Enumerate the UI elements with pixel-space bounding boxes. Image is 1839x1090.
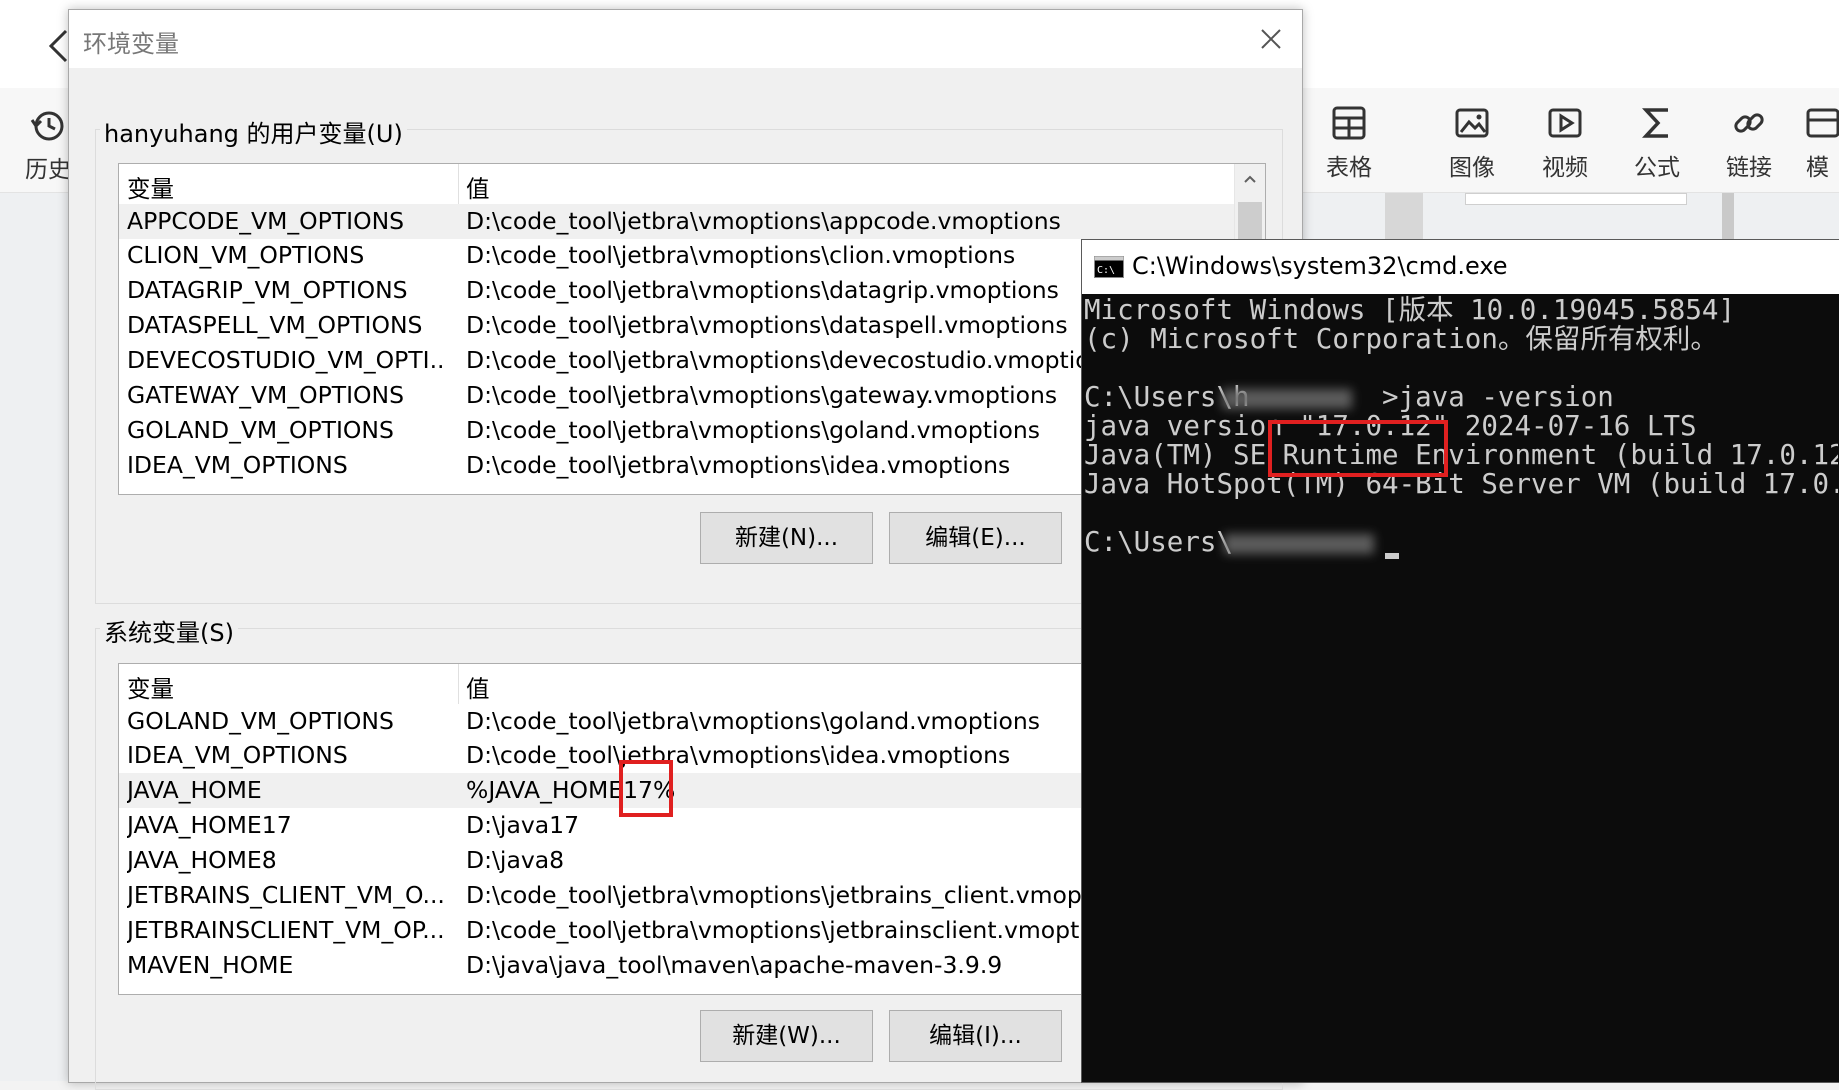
cmd-titlebar: C:\ C:\Windows\system32\cmd.exe: [1082, 240, 1839, 294]
console-line: Java HotSpot(TM) 64-Bit Server VM (build…: [1084, 468, 1838, 500]
var-name: CLION_VM_OPTIONS: [127, 241, 365, 269]
tool-link-label: 链接: [1726, 155, 1772, 181]
background-panel: [1465, 193, 1687, 205]
var-name: GATEWAY_VM_OPTIONS: [127, 381, 405, 409]
col-variable-header[interactable]: 变量: [127, 170, 174, 204]
console-output[interactable]: Microsoft Windows [版本 10.0.19045.5854] (…: [1084, 294, 1838, 1080]
column-separator[interactable]: [458, 664, 459, 704]
var-name: APPCODE_VM_OPTIONS: [127, 207, 405, 235]
var-value: D:\code_tool\jetbra\vmoptions\goland.vmo…: [466, 416, 1040, 444]
var-value: D:\code_tool\jetbra\vmoptions\idea.vmopt…: [466, 451, 1011, 479]
tool-formula-label: 公式: [1634, 155, 1680, 181]
var-name: DATASPELL_VM_OPTIONS: [127, 311, 423, 339]
system-new-button[interactable]: 新建(W)...: [700, 1010, 873, 1062]
cmd-terminal-icon: C:\: [1094, 256, 1124, 278]
var-name: IDEA_VM_OPTIONS: [127, 451, 348, 479]
tool-video-label: 视频: [1542, 155, 1588, 181]
cmd-window[interactable]: C:\ C:\Windows\system32\cmd.exe Microsof…: [1081, 239, 1839, 1083]
user-new-button[interactable]: 新建(N)...: [700, 512, 873, 564]
var-value: D:\code_tool\jetbra\vmoptions\goland.vmo…: [466, 707, 1040, 735]
var-name: GOLAND_VM_OPTIONS: [127, 707, 394, 735]
tool-table-label: 表格: [1326, 155, 1372, 181]
var-value: D:\code_tool\jetbra\vmoptions\datagrip.v…: [466, 276, 1059, 304]
tool-video[interactable]: 视频: [1525, 104, 1605, 182]
formula-icon: [1642, 108, 1668, 138]
tool-link[interactable]: 链接: [1709, 104, 1789, 182]
var-name: DATAGRIP_VM_OPTIONS: [127, 276, 408, 304]
console-line: C:\Users\: [1084, 526, 1234, 558]
var-name: DEVECOSTUDIO_VM_OPTI...: [127, 346, 447, 374]
system-vars-label: 系统变量(S): [100, 613, 238, 648]
cmd-title: C:\Windows\system32\cmd.exe: [1132, 252, 1508, 280]
tool-formula[interactable]: 公式: [1617, 104, 1697, 182]
tool-image-label: 图像: [1449, 155, 1495, 181]
table-icon: [1332, 106, 1366, 140]
system-edit-button[interactable]: 编辑(I)...: [889, 1010, 1062, 1062]
annotation-highlight-box: [1268, 420, 1448, 477]
var-name: GOLAND_VM_OPTIONS: [127, 416, 394, 444]
console-line: (c) Microsoft Corporation。保留所有权利。: [1084, 323, 1718, 355]
var-value: D:\java8: [466, 846, 565, 874]
dialog-title: 环境变量: [83, 30, 179, 58]
user-edit-button[interactable]: 编辑(E)...: [889, 512, 1062, 564]
var-value: D:\code_tool\jetbra\vmoptions\jetbrainsc…: [466, 916, 1128, 944]
var-value: D:\code_tool\jetbra\vmoptions\appcode.vm…: [466, 207, 1061, 235]
var-value: D:\code_tool\jetbra\vmoptions\jetbrains_…: [466, 881, 1140, 909]
var-value: D:\code_tool\jetbra\vmoptions\devecostud…: [466, 346, 1117, 374]
var-name: JAVA_HOME17: [127, 811, 292, 839]
var-value: D:\java17: [466, 811, 580, 839]
var-name: JAVA_HOME: [127, 776, 262, 804]
template-icon: [1806, 108, 1839, 138]
var-name: JETBRAINSCLIENT_VM_OP...: [127, 916, 445, 944]
video-icon: [1548, 108, 1582, 138]
var-name: JAVA_HOME8: [127, 846, 277, 874]
user-vars-label: hanyuhang 的用户变量(U): [100, 114, 407, 149]
tool-template[interactable]: 模: [1800, 104, 1839, 182]
var-name: JETBRAINS_CLIENT_VM_O...: [127, 881, 445, 909]
close-icon[interactable]: [1256, 24, 1286, 54]
column-separator[interactable]: [458, 164, 459, 204]
background-panel: [1722, 193, 1734, 243]
table-row[interactable]: APPCODE_VM_OPTIONS D:\code_tool\jetbra\v…: [119, 204, 1265, 239]
image-icon: [1455, 108, 1489, 138]
text-cursor: [1385, 553, 1399, 559]
var-value: D:\code_tool\jetbra\vmoptions\idea.vmopt…: [466, 741, 1011, 769]
redacted-username: [1224, 534, 1374, 554]
tool-template-label: 模: [1806, 155, 1829, 181]
link-icon: [1734, 113, 1764, 133]
var-value: D:\code_tool\jetbra\vmoptions\gateway.vm…: [466, 381, 1058, 409]
list-header: 变量 值: [119, 164, 1265, 204]
annotation-highlight-box: [619, 760, 673, 817]
var-name: MAVEN_HOME: [127, 951, 294, 979]
col-value-header[interactable]: 值: [466, 670, 490, 704]
tool-table[interactable]: 表格: [1309, 104, 1389, 182]
var-value: D:\code_tool\jetbra\vmoptions\clion.vmop…: [466, 241, 1016, 269]
redacted-username: [1222, 389, 1352, 409]
tool-image[interactable]: 图像: [1432, 104, 1512, 182]
var-name: IDEA_VM_OPTIONS: [127, 741, 348, 769]
var-value: D:\java\java_tool\maven\apache-maven-3.9…: [466, 951, 1003, 979]
scroll-up-icon[interactable]: [1243, 174, 1257, 184]
col-variable-header[interactable]: 变量: [127, 670, 174, 704]
var-value: D:\code_tool\jetbra\vmoptions\dataspell.…: [466, 311, 1068, 339]
col-value-header[interactable]: 值: [466, 170, 490, 204]
dialog-titlebar: 环境变量: [69, 10, 1302, 68]
history-icon: [30, 111, 64, 141]
svg-text:C:\: C:\: [1097, 265, 1115, 276]
